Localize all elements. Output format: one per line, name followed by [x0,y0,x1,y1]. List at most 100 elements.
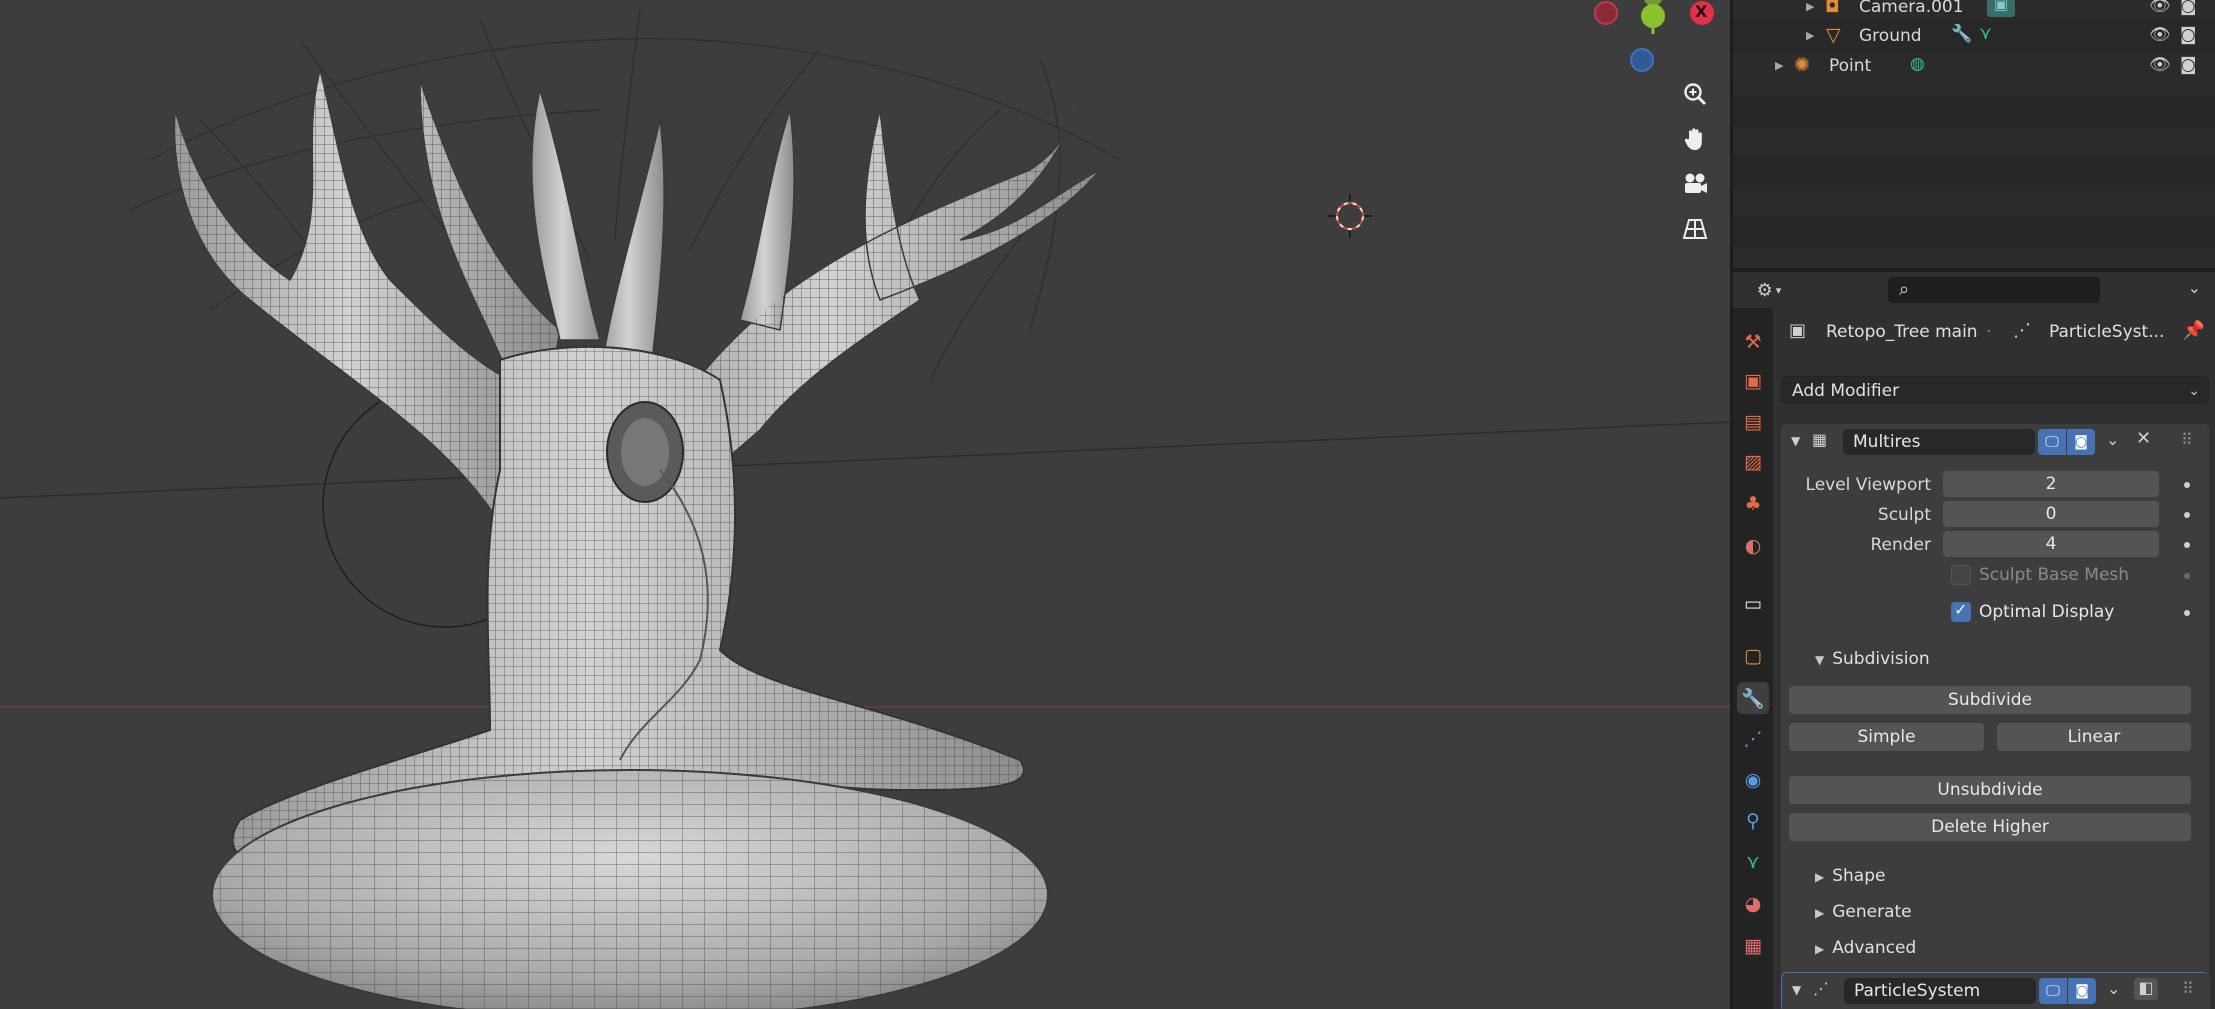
generate-subpanel-header[interactable]: ▶ Generate [1815,902,1912,922]
optimal-display-checkbox[interactable]: ✓ [1951,600,1971,622]
keyframe-dot[interactable] [2184,542,2190,548]
outliner-empty-row [1733,216,2215,246]
light-data-icon[interactable]: ◍ [1910,54,1925,74]
pan-button[interactable] [1675,119,1715,159]
expand-arrow-icon[interactable]: ▶ [1806,0,1814,13]
wrench-icon: 🔧 [1741,687,1765,710]
drag-handle-icon[interactable]: ⠿ [2181,430,2193,449]
linear-button[interactable]: Linear [1997,723,2191,751]
camera-view-button[interactable] [1675,164,1715,204]
axis-x-label: X [1695,2,1708,21]
multires-icon: ▦ [1812,430,1828,449]
delete-higher-button[interactable]: Delete Higher [1789,813,2191,841]
collapse-arrow-icon[interactable]: ▼ [1792,983,1801,997]
visibility-eye-icon[interactable]: 👁 [2149,55,2171,75]
tab-texture[interactable]: ▦ [1737,930,1769,962]
axis-gizmo[interactable]: X [1585,0,1715,75]
outliner-empty-row [1733,126,2215,156]
render-level-field[interactable]: 4 [1943,531,2159,557]
tool-icon: ⚒ [1744,331,1762,353]
modifier-name-field[interactable]: Multires [1843,429,2035,455]
tab-output[interactable]: ▤ [1737,406,1769,438]
render-camera-icon[interactable]: ◙ [2180,55,2197,75]
properties-search-input[interactable]: ⌕ [1888,277,2100,303]
perspective-toggle-button[interactable] [1675,209,1715,249]
outliner-item-ground[interactable]: ▶ ▽ Ground 🔧 ⋎ 👁 ◙ [1733,21,2215,51]
outliner-empty-row [1733,96,2215,126]
camera-data-icon[interactable]: ▣ [1987,0,2015,17]
show-in-viewport-toggle[interactable]: 🖵 [2038,429,2066,455]
tab-constraints[interactable]: ⚲ [1737,805,1769,837]
sculpt-base-mesh-checkbox[interactable] [1951,565,1971,585]
tab-render[interactable]: ▣ [1737,365,1769,397]
add-modifier-label: Add Modifier [1792,381,1900,401]
light-object-icon: ✺ [1794,54,1810,76]
render-camera-icon[interactable]: ◙ [2180,0,2197,16]
close-icon[interactable]: ✕ [2136,428,2151,449]
modifier-name-field[interactable]: ParticleSystem [1844,978,2036,1004]
outliner-item-point[interactable]: ▶ ✺ Point ◍ 👁 ◙ [1733,51,2215,81]
pin-icon[interactable]: 📌 [2183,320,2205,341]
physics-icon: ◉ [1744,769,1762,791]
render-camera-icon: ◙ [2074,434,2088,450]
keyframe-dot[interactable] [2184,610,2190,616]
tab-object[interactable]: ▢ [1737,640,1769,672]
toggle-icon[interactable]: ◧ [2134,978,2158,1000]
collapse-arrow-icon[interactable]: ▼ [1791,434,1800,448]
tab-data[interactable]: ⋎ [1737,846,1769,878]
keyframe-dot[interactable] [2184,573,2190,579]
properties-tabs: ⚒ ▣ ▤ ▨ ♣ ◐ ▭ ▢ 🔧 ⋰ ◉ ⚲ ⋎ ◕ ▦ [1733,308,1773,1009]
modifier-header[interactable]: ▼ ▦ Multires 🖵 ◙ ⌄ ✕ ⠿ [1781,424,2209,460]
generate-label: Generate [1832,902,1912,922]
outliner-item-camera[interactable]: ▶ ◘ Camera.001 ▣ 👁 ◙ [1733,0,2215,22]
keyframe-dot[interactable] [2184,482,2190,488]
tab-view-layer[interactable]: ▨ [1737,446,1769,478]
tab-physics[interactable]: ◉ [1737,764,1769,796]
visibility-eye-icon[interactable]: 👁 [2149,0,2171,16]
modifier-name-text: Multires [1853,432,1921,452]
drag-handle-icon[interactable]: ⠿ [2182,979,2194,998]
scene-render [0,9,1730,1009]
expand-arrow-icon[interactable]: ▶ [1806,29,1814,42]
tab-modifiers[interactable]: 🔧 [1737,682,1769,714]
chevron-down-icon[interactable]: ⌄ [2188,278,2201,297]
breadcrumb: ▣ Retopo_Tree main · ⋰ ParticleSyst... 📌 [1773,316,2215,348]
tab-scene[interactable]: ♣ [1737,488,1769,520]
output-icon: ▤ [1744,411,1762,433]
visibility-eye-icon[interactable]: 👁 [2149,25,2171,45]
tab-material[interactable]: ◕ [1737,888,1769,920]
level-viewport-field[interactable]: 2 [1943,471,2159,497]
expand-arrow-icon[interactable]: ▶ [1775,59,1783,72]
wrench-icon[interactable]: 🔧 [1951,24,1972,44]
optimal-display-label: Optimal Display [1979,602,2115,622]
modifier-header[interactable]: ▼ ⋰ ParticleSystem 🖵 ◙ ⌄ ◧ ⠿ [1782,973,2210,1009]
sculpt-level-field[interactable]: 0 [1943,501,2159,527]
advanced-subpanel-header[interactable]: ▶ Advanced [1815,938,1916,958]
tab-tool[interactable]: ⚒ [1737,326,1769,358]
3d-viewport[interactable]: X [0,0,1730,1009]
show-in-viewport-toggle[interactable]: 🖵 [2039,978,2067,1004]
zoom-button[interactable] [1675,74,1715,114]
keyframe-dot[interactable] [2184,512,2190,518]
level-viewport-label: Level Viewport [1805,475,1931,495]
shape-subpanel-header[interactable]: ▶ Shape [1815,866,1885,886]
editor-type-dropdown[interactable]: ⚙ ▾ [1747,276,1791,304]
subdivision-subpanel-header[interactable]: ▼ Subdivision [1815,649,1930,669]
chevron-down-icon[interactable]: ⌄ [2106,430,2119,449]
tab-particles[interactable]: ⋰ [1737,723,1769,755]
show-in-render-toggle[interactable]: ◙ [2068,978,2096,1004]
outliner[interactable]: ▶ ◘ Camera.001 ▣ 👁 ◙ ▶ ▽ Ground 🔧 ⋎ 👁 ◙ … [1733,0,2215,268]
add-modifier-dropdown[interactable]: Add Modifier ⌄ [1781,376,2209,404]
chevron-down-icon[interactable]: ⌄ [2107,979,2120,998]
render-camera-icon[interactable]: ◙ [2180,25,2197,45]
tab-world[interactable]: ◐ [1737,530,1769,562]
unsubdivide-button[interactable]: Unsubdivide [1789,776,2191,804]
show-in-render-toggle[interactable]: ◙ [2067,429,2095,455]
subdivide-button[interactable]: Subdivide [1789,686,2191,714]
mesh-data-icon[interactable]: ⋎ [1979,23,1992,44]
collapsed-arrow-icon: ▶ [1815,906,1825,920]
particles-icon: ⋰ [2013,320,2031,341]
simple-button[interactable]: Simple [1789,723,1984,751]
world-icon: ◐ [1744,535,1762,557]
tab-collection[interactable]: ▭ [1737,588,1769,620]
